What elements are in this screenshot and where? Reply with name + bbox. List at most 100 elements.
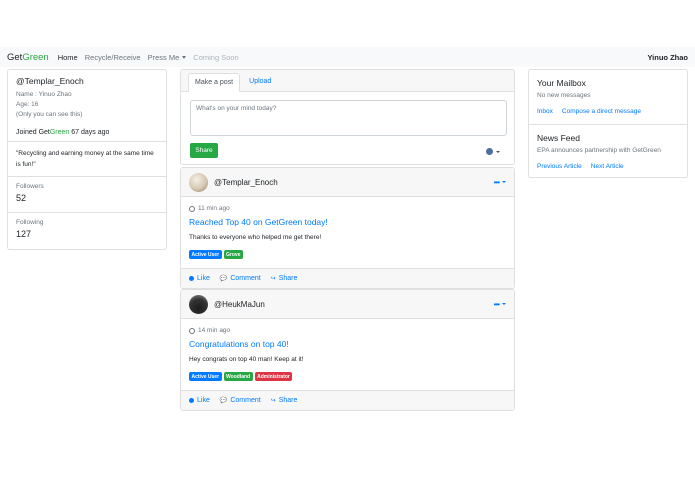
mailbox-links: Inbox Compose a direct message [537, 108, 679, 115]
share-icon: ↪ [270, 398, 276, 404]
brand-prefix: Get [7, 51, 23, 63]
share-button[interactable]: ↪ Share [271, 397, 298, 404]
profile-handle: @Templar_Enoch [16, 76, 84, 86]
post-options-dropdown[interactable]: ••• [494, 178, 506, 187]
like-label: Like [197, 275, 210, 282]
post-header: @HeukMaJun ••• [181, 290, 514, 319]
more-dots-icon: ••• [493, 299, 500, 309]
profile-quote: "Recycling and earning money at the same… [16, 150, 154, 168]
profile-quote-section: "Recycling and earning money at the same… [8, 142, 166, 177]
next-article-link[interactable]: Next Article [591, 163, 624, 170]
joined-suffix: 67 days ago [69, 129, 110, 136]
more-dots-icon: ••• [493, 177, 500, 187]
avatar[interactable] [189, 172, 208, 192]
compose-message-link[interactable]: Compose a direct message [562, 108, 641, 115]
comment-button[interactable]: 💬 Comment [220, 275, 261, 282]
post-time-text: 11 min ago [198, 205, 230, 212]
share-button[interactable]: ↪ Share [271, 275, 298, 282]
comment-icon: 💬 [219, 276, 228, 282]
following-label: Following [16, 219, 44, 226]
nav-home[interactable]: Home [58, 53, 78, 62]
post-body: 14 min ago Congratulations on top 40! He… [181, 319, 514, 381]
post-time: 14 min ago [189, 327, 506, 334]
post-title[interactable]: Congratulations on top 40! [189, 339, 506, 349]
post-options-dropdown[interactable]: ••• [494, 300, 506, 309]
profile-card: @Templar_Enoch Name : Yinuo Zhao Age: 16… [7, 69, 167, 250]
inbox-link[interactable]: Inbox [537, 108, 553, 115]
post-badges: Active User Woodland Administrator [189, 372, 506, 381]
like-button[interactable]: Like [189, 275, 210, 282]
profile-age: Age: 16 [16, 101, 39, 108]
mailbox-title: Your Mailbox [537, 78, 586, 88]
nav-user-name[interactable]: Yinuo Zhao [647, 53, 688, 62]
followers-label: Followers [16, 183, 44, 190]
joined-prefix: Joined Get [16, 129, 50, 136]
profile-privacy-note: (Only you can see this) [16, 111, 83, 118]
previous-article-link[interactable]: Previous Article [537, 163, 582, 170]
like-icon [189, 398, 194, 403]
chevron-down-icon [182, 55, 187, 59]
profile-info: @Templar_Enoch Name : Yinuo Zhao Age: 16… [8, 70, 166, 142]
like-label: Like [197, 397, 210, 404]
badge-active-user: Active User [189, 250, 222, 259]
nav-coming-soon: Coming Soon [193, 52, 239, 62]
newsfeed-links: Previous Article Next Article [537, 163, 679, 170]
nav-press-me-dropdown[interactable]: Press Me [148, 53, 187, 62]
share-icon: ↪ [270, 276, 276, 282]
mailbox-news-card: Your Mailbox No new messages Inbox Compo… [528, 69, 688, 178]
post-header: @Templar_Enoch ••• [181, 168, 514, 197]
brand-suffix: Green [22, 51, 49, 63]
tab-make-a-post[interactable]: Make a post [188, 73, 241, 92]
brand-logo[interactable]: GetGreen [7, 52, 49, 63]
avatar[interactable] [189, 294, 208, 314]
clock-icon [189, 205, 195, 212]
share-label: Share [278, 397, 298, 404]
newsfeed-section: News Feed EPA announces partnership with… [529, 125, 687, 178]
following-section[interactable]: Following 127 [8, 213, 166, 249]
like-button[interactable]: Like [189, 397, 210, 404]
share-post-button[interactable]: Share [190, 143, 218, 158]
post-time: 11 min ago [189, 205, 506, 212]
followers-section[interactable]: Followers 52 [8, 177, 166, 213]
top-navbar: GetGreen Home Recycle/Receive Press Me C… [0, 47, 695, 67]
comment-label: Comment [230, 275, 261, 282]
followers-count: 52 [16, 193, 27, 203]
nav-recycle-receive[interactable]: Recycle/Receive [85, 53, 141, 62]
chevron-down-icon [502, 303, 506, 305]
chevron-down-icon [502, 181, 506, 183]
comment-button[interactable]: 💬 Comment [220, 397, 261, 404]
post-time-text: 14 min ago [198, 327, 231, 334]
post-title[interactable]: Reached Top 40 on GetGreen today! [189, 217, 506, 227]
share-label: Share [278, 275, 298, 282]
clock-icon [189, 327, 195, 334]
globe-icon [486, 148, 493, 155]
post-username[interactable]: @HeukMaJun [214, 300, 265, 309]
mailbox-status: No new messages [537, 92, 591, 99]
post-badges: Active User Grove [189, 250, 506, 259]
post-composer: Make a post Upload What's on your mind t… [180, 69, 515, 165]
privacy-dropdown[interactable] [486, 148, 500, 155]
chevron-down-icon [496, 150, 500, 153]
profile-joined: Joined GetGreen 67 days ago [16, 129, 158, 136]
badge-woodland: Woodland [223, 372, 253, 381]
badge-active-user: Active User [189, 372, 222, 381]
tab-upload[interactable]: Upload [242, 72, 278, 91]
comment-icon: 💬 [219, 398, 228, 404]
post-username[interactable]: @Templar_Enoch [214, 178, 278, 187]
composer-tabs: Make a post Upload [181, 70, 514, 92]
post-body: 11 min ago Reached Top 40 on GetGreen to… [181, 197, 514, 259]
post-actions: Like 💬 Comment ↪ Share [181, 390, 514, 410]
badge-administrator: Administrator [254, 372, 293, 381]
comment-label: Comment [230, 397, 261, 404]
mailbox-section: Your Mailbox No new messages Inbox Compo… [529, 70, 687, 125]
post-card: @HeukMaJun ••• 14 min ago Congratulation… [180, 289, 515, 411]
post-textarea[interactable]: What's on your mind today? [190, 100, 507, 136]
nav-press-me-label: Press Me [147, 52, 180, 62]
following-count: 127 [16, 229, 32, 239]
newsfeed-title: News Feed [537, 133, 580, 143]
post-text: Thanks to everyone who helped me get the… [189, 234, 322, 241]
post-card: @Templar_Enoch ••• 11 min ago Reached To… [180, 167, 515, 289]
post-actions: Like 💬 Comment ↪ Share [181, 268, 514, 288]
badge-grove: Grove [223, 250, 243, 259]
newsfeed-item: EPA announces partnership with GetGreen [537, 147, 661, 154]
